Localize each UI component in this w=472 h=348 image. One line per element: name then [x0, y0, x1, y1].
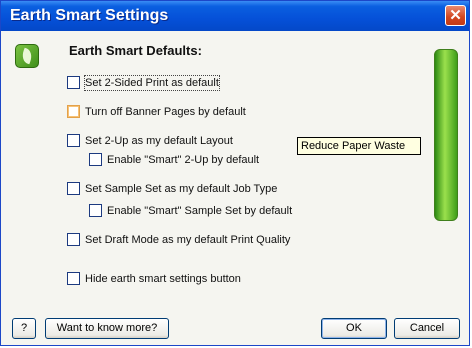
option-label: Enable "Smart" Sample Set by default: [107, 205, 293, 217]
checkbox-smart-sample-set[interactable]: [89, 204, 102, 217]
title-bar[interactable]: Earth Smart Settings ✕: [1, 1, 469, 31]
leaf-icon: [15, 44, 39, 68]
checkbox-sample-set[interactable]: [67, 182, 80, 195]
earth-smart-gauge: [434, 49, 458, 221]
close-icon: ✕: [449, 7, 462, 24]
checkbox-2-up-layout[interactable]: [67, 134, 80, 147]
help-button[interactable]: ?: [12, 318, 36, 339]
option-label: Turn off Banner Pages by default: [85, 106, 246, 118]
option-label: Hide earth smart settings button: [85, 273, 241, 285]
checkbox-draft-mode[interactable]: [67, 233, 80, 246]
ok-button[interactable]: OK: [321, 318, 387, 339]
option-label: Enable "Smart" 2-Up by default: [107, 154, 260, 166]
checkbox-2-sided-print[interactable]: [67, 76, 80, 89]
checkbox-hide-button[interactable]: [67, 272, 80, 285]
section-title: Earth Smart Defaults:: [69, 43, 202, 58]
checkbox-smart-2-up[interactable]: [89, 153, 102, 166]
close-button[interactable]: ✕: [445, 5, 466, 26]
option-label: Set 2-Up as my default Layout: [85, 135, 233, 147]
cancel-button[interactable]: Cancel: [394, 318, 460, 339]
tooltip: Reduce Paper Waste: [297, 137, 421, 155]
want-to-know-more-button[interactable]: Want to know more?: [45, 318, 169, 339]
window-title: Earth Smart Settings: [10, 7, 169, 24]
dialog-body: Earth Smart Defaults: Set 2-Sided Print …: [1, 31, 469, 345]
checkbox-banner-pages[interactable]: [67, 105, 80, 118]
dialog-window: Earth Smart Settings ✕ Earth Smart Defau…: [0, 0, 470, 346]
option-label: Set Sample Set as my default Job Type: [85, 183, 278, 195]
option-label: Set Draft Mode as my default Print Quali…: [85, 234, 291, 246]
option-label: Set 2-Sided Print as default: [84, 75, 220, 91]
